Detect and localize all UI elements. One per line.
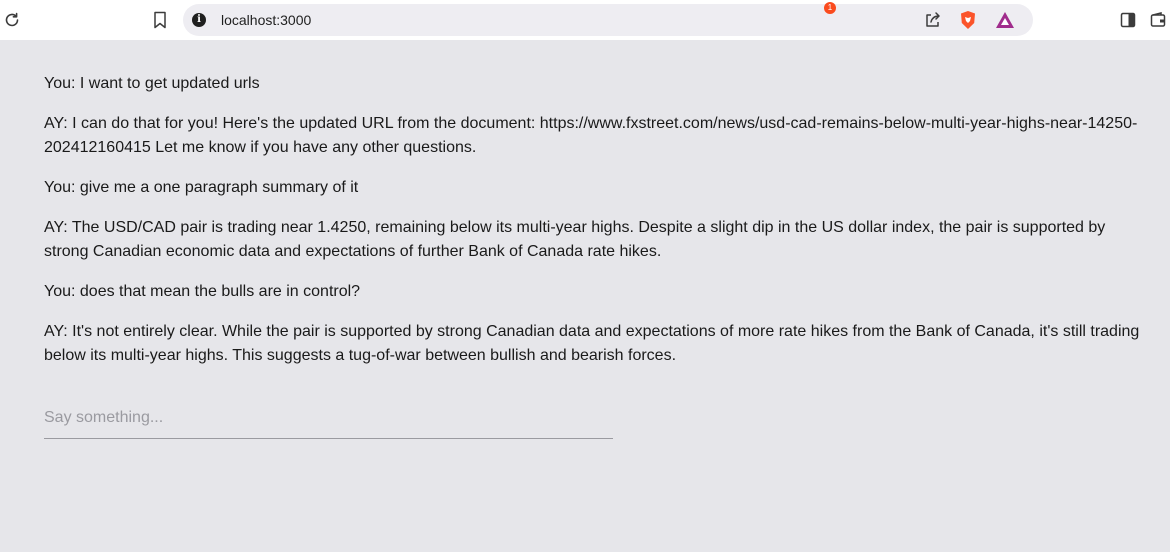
bookmark-icon[interactable] xyxy=(150,10,170,30)
user-message: You: I want to get updated urls xyxy=(44,75,260,92)
assistant-message: AY: I can do that for you! Here's the up… xyxy=(44,115,1138,156)
site-info-icon[interactable]: i xyxy=(192,13,206,27)
share-icon[interactable] xyxy=(923,10,943,30)
url-text[interactable]: localhost:3000 xyxy=(221,12,311,28)
reload-icon[interactable] xyxy=(2,10,22,30)
chat-transcript: You: I want to get updated urls AY: I ca… xyxy=(44,72,1154,384)
user-message: You: does that mean the bulls are in con… xyxy=(44,283,361,300)
chat-input-wrapper xyxy=(44,404,613,439)
rewards-badge: 1 xyxy=(824,2,836,14)
assistant-message: AY: The USD/CAD pair is trading near 1.4… xyxy=(44,219,1106,260)
assistant-message: AY: It's not entirely clear. While the p… xyxy=(44,323,1140,364)
brave-rewards-icon[interactable] xyxy=(993,9,1017,31)
wallet-icon[interactable] xyxy=(1148,10,1168,30)
brave-shields-icon[interactable] xyxy=(958,10,978,30)
browser-toolbar: i localhost:3000 1 xyxy=(0,0,1170,40)
chat-input[interactable] xyxy=(44,404,613,432)
address-bar[interactable]: i localhost:3000 xyxy=(183,4,1033,36)
user-message: You: give me a one paragraph summary of … xyxy=(44,179,359,196)
sidebar-toggle-icon[interactable] xyxy=(1118,10,1138,30)
